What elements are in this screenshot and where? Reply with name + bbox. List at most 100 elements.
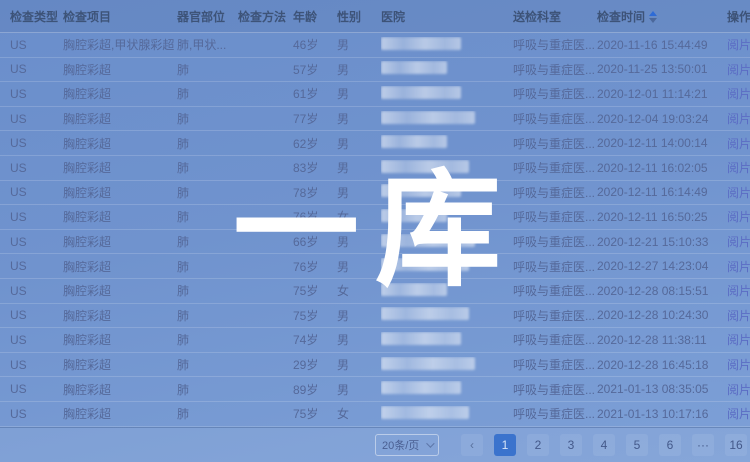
cell-exam-type: US: [10, 382, 63, 396]
cell-department: 呼吸与重症医...: [513, 36, 597, 53]
view-images-link[interactable]: 阅片: [727, 235, 750, 249]
cell-gender: 男: [337, 356, 381, 373]
cell-department: 呼吸与重症医...: [513, 135, 597, 152]
view-images-link[interactable]: 阅片: [727, 260, 750, 274]
page-size-value: 20条/页: [382, 437, 419, 453]
redacted-hospital-name: [381, 234, 475, 247]
redacted-hospital-name: [381, 381, 461, 394]
cell-exam-time: 2020-11-16 15:44:49: [597, 38, 727, 52]
redacted-hospital-name: [381, 209, 447, 222]
table-body: US 胸腔彩超,甲状腺彩超 肺,甲状... 46岁 男 呼吸与重症医... 20…: [0, 33, 750, 427]
prev-page-button[interactable]: ‹: [461, 434, 483, 456]
cell-gender: 女: [337, 208, 381, 225]
col-header-organ-part: 器官部位: [177, 8, 238, 25]
page-number-button[interactable]: 3: [560, 434, 582, 456]
cell-age: 57岁: [293, 61, 337, 78]
cell-gender: 男: [337, 184, 381, 201]
redacted-hospital-name: [381, 61, 447, 74]
cell-exam-type: US: [10, 407, 63, 421]
cell-department: 呼吸与重症医...: [513, 381, 597, 398]
chevron-down-icon: [426, 439, 434, 447]
view-images-link[interactable]: 阅片: [727, 137, 750, 151]
page-number-button[interactable]: 5: [626, 434, 648, 456]
caret-down-icon: [649, 18, 657, 23]
view-images-link[interactable]: 阅片: [727, 161, 750, 175]
redacted-hospital-name: [381, 86, 461, 99]
cell-hospital-redacted: [381, 258, 513, 274]
table-row: US 胸腔彩超 肺 78岁 男 呼吸与重症医... 2020-12-11 16:…: [0, 181, 750, 206]
cell-gender: 男: [337, 307, 381, 324]
cell-age: 61岁: [293, 85, 337, 102]
page-number-button[interactable]: 1: [494, 434, 516, 456]
cell-age: 76岁: [293, 258, 337, 275]
view-images-link[interactable]: 阅片: [727, 112, 750, 126]
cell-exam-item: 胸腔彩超: [63, 208, 177, 225]
view-images-link[interactable]: 阅片: [727, 63, 750, 77]
exam-time-label: 检查时间: [597, 10, 645, 24]
cell-exam-item: 胸腔彩超: [63, 258, 177, 275]
cell-exam-time: 2020-12-11 14:00:14: [597, 136, 727, 150]
view-images-link[interactable]: 阅片: [727, 38, 750, 52]
page-size-select[interactable]: 20条/页: [375, 434, 439, 456]
view-images-link[interactable]: 阅片: [727, 333, 750, 347]
col-header-exam-time-sortable[interactable]: 检查时间: [597, 8, 727, 25]
view-images-link[interactable]: 阅片: [727, 210, 750, 224]
cell-department: 呼吸与重症医...: [513, 331, 597, 348]
col-header-gender: 性别: [337, 8, 381, 25]
view-images-link[interactable]: 阅片: [727, 284, 750, 298]
caret-up-icon: [649, 11, 657, 16]
cell-gender: 女: [337, 282, 381, 299]
cell-age: 75岁: [293, 307, 337, 324]
cell-department: 呼吸与重症医...: [513, 85, 597, 102]
cell-department: 呼吸与重症医...: [513, 233, 597, 250]
cell-age: 46岁: [293, 36, 337, 53]
cell-organ-part: 肺: [177, 258, 238, 275]
cell-organ-part: 肺: [177, 208, 238, 225]
table-row: US 胸腔彩超,甲状腺彩超 肺,甲状... 46岁 男 呼吸与重症医... 20…: [0, 33, 750, 58]
redacted-hospital-name: [381, 332, 461, 345]
cell-organ-part: 肺: [177, 405, 238, 422]
cell-exam-item: 胸腔彩超: [63, 356, 177, 373]
redacted-hospital-name: [381, 283, 447, 296]
page-number-button[interactable]: 2: [527, 434, 549, 456]
cell-department: 呼吸与重症医...: [513, 110, 597, 127]
cell-exam-type: US: [10, 87, 63, 101]
cell-exam-item: 胸腔彩超: [63, 159, 177, 176]
cell-actions: 阅片: [727, 135, 750, 152]
cell-age: 62岁: [293, 135, 337, 152]
table-row: US 胸腔彩超 肺 76岁 男 呼吸与重症医... 2020-12-27 14:…: [0, 254, 750, 279]
page-number-button[interactable]: 6: [659, 434, 681, 456]
view-images-link[interactable]: 阅片: [727, 407, 750, 421]
cell-organ-part: 肺: [177, 282, 238, 299]
col-header-age: 年龄: [293, 8, 337, 25]
cell-exam-item: 胸腔彩超: [63, 405, 177, 422]
page-number-button[interactable]: ···: [692, 434, 714, 456]
view-images-link[interactable]: 阅片: [727, 87, 750, 101]
cell-exam-item: 胸腔彩超: [63, 307, 177, 324]
view-images-link[interactable]: 阅片: [727, 309, 750, 323]
redacted-hospital-name: [381, 258, 469, 271]
view-images-link[interactable]: 阅片: [727, 383, 750, 397]
cell-age: 75岁: [293, 282, 337, 299]
table-row: US 胸腔彩超 肺 66岁 男 呼吸与重症医... 2020-12-21 15:…: [0, 230, 750, 255]
sort-caret-icon[interactable]: [649, 11, 657, 23]
view-images-link[interactable]: 阅片: [727, 358, 750, 372]
redacted-hospital-name: [381, 135, 447, 148]
page-number-button[interactable]: 4: [593, 434, 615, 456]
cell-exam-time: 2020-12-28 16:45:18: [597, 358, 727, 372]
view-images-link[interactable]: 阅片: [727, 186, 750, 200]
exam-list-screen: 一库 检查类型 检查项目 器官部位 检查方法 年龄 性别 医院 送检科室 检查时…: [0, 0, 750, 462]
cell-organ-part: 肺,甲状...: [177, 36, 238, 53]
cell-exam-time: 2021-01-13 08:35:05: [597, 382, 727, 396]
cell-age: 77岁: [293, 110, 337, 127]
cell-age: 75岁: [293, 405, 337, 422]
cell-exam-time: 2021-01-13 10:17:16: [597, 407, 727, 421]
table-row: US 胸腔彩超 肺 83岁 男 呼吸与重症医... 2020-12-11 16:…: [0, 156, 750, 181]
table-row: US 胸腔彩超 肺 77岁 男 呼吸与重症医... 2020-12-04 19:…: [0, 107, 750, 132]
cell-actions: 阅片: [727, 110, 750, 127]
page-number-button[interactable]: 16: [725, 434, 747, 456]
cell-exam-time: 2020-12-11 16:02:05: [597, 161, 727, 175]
cell-exam-type: US: [10, 235, 63, 249]
cell-exam-type: US: [10, 210, 63, 224]
cell-gender: 男: [337, 233, 381, 250]
